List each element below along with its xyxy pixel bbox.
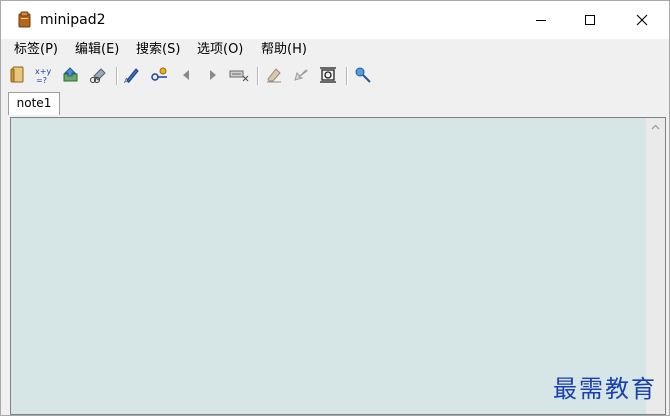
maximize-button[interactable] (567, 1, 613, 39)
menu-item-tags[interactable]: 标签(P) (14, 41, 58, 58)
link-icon (90, 68, 106, 83)
keyboard-button[interactable] (229, 65, 249, 85)
pin-icon (355, 67, 371, 83)
minimize-button[interactable] (518, 1, 564, 39)
toolbar-separator (346, 67, 348, 85)
insert-button[interactable] (61, 65, 81, 85)
tab-strip: note1 (1, 90, 669, 115)
pen-icon: A (124, 68, 139, 84)
arrow-left-icon (183, 70, 189, 80)
arrow-right-icon (210, 70, 216, 80)
menu-item-search[interactable]: 搜索(S) (136, 41, 180, 58)
next-button[interactable] (203, 65, 223, 85)
maximize-icon (585, 15, 595, 25)
keyboard-icon (229, 70, 249, 82)
toolbar-separator (257, 67, 259, 85)
undo-button[interactable] (291, 65, 311, 85)
watermark: 最需教育 (553, 375, 657, 403)
pen-button[interactable]: A (122, 65, 142, 85)
minimize-icon (536, 20, 546, 21)
insert-icon (63, 67, 78, 82)
svg-text:=?: =? (36, 76, 47, 84)
link-button[interactable] (88, 65, 108, 85)
title-bar: minipad2 (1, 1, 669, 39)
previous-button[interactable] (176, 65, 196, 85)
app-icon (18, 11, 31, 28)
menu-item-edit[interactable]: 编辑(E) (75, 41, 119, 58)
eraser-button[interactable] (264, 65, 284, 85)
editor-frame: 最需教育 (10, 117, 666, 415)
undo-icon (294, 69, 308, 81)
toolbar-separator (116, 67, 118, 85)
svg-text:A: A (124, 77, 129, 84)
app-window: minipad2 标签(P) 编辑(E) 搜索(S) 选项(O) 帮助(H) x… (0, 0, 670, 416)
menu-item-help[interactable]: 帮助(H) (261, 41, 307, 58)
close-icon (636, 14, 648, 26)
scroll-up-icon[interactable] (651, 124, 660, 130)
pin-button[interactable] (353, 65, 373, 85)
clip-icon (320, 67, 336, 83)
tab-note1[interactable]: note1 (8, 92, 60, 115)
note-text-area[interactable] (11, 118, 645, 414)
new-note-icon (10, 66, 24, 83)
calculator-icon: x+y =? (35, 67, 51, 84)
key-icon (151, 67, 167, 81)
menu-item-options[interactable]: 选项(O) (197, 41, 243, 58)
new-note-button[interactable] (8, 65, 28, 85)
calculator-button[interactable]: x+y =? (34, 65, 54, 85)
menu-bar: 标签(P) 编辑(E) 搜索(S) 选项(O) 帮助(H) (1, 39, 669, 60)
key-button[interactable] (150, 65, 170, 85)
window-title: minipad2 (40, 12, 106, 28)
toolbar: x+y =? A (1, 62, 669, 90)
svg-text:x+y: x+y (35, 67, 51, 76)
eraser-icon (267, 68, 281, 83)
clip-button[interactable] (318, 65, 338, 85)
close-button[interactable] (619, 1, 665, 39)
